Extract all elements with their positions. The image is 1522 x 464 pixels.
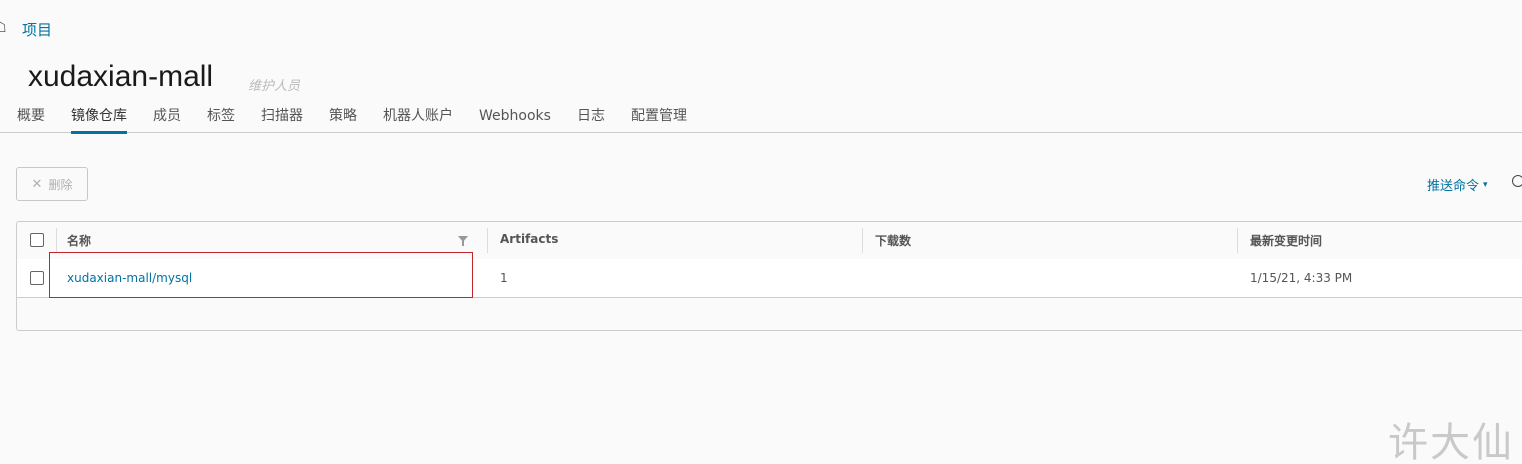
tab-labels[interactable]: 标签: [207, 107, 235, 131]
tab-scanner[interactable]: 扫描器: [261, 107, 303, 131]
repository-name-link[interactable]: xudaxian-mall/mysql: [67, 271, 192, 285]
column-divider: [56, 228, 57, 253]
tab-policy[interactable]: 策略: [329, 107, 357, 131]
back-icon[interactable]: ☖: [0, 20, 8, 36]
table-footer: [17, 298, 1522, 330]
refresh-icon[interactable]: [1512, 175, 1522, 187]
repository-table: 名称 Artifacts 下载数 最新变更时间 xudaxian-mall/my…: [16, 221, 1522, 331]
artifacts-count: 1: [500, 271, 508, 285]
filter-icon[interactable]: [458, 236, 468, 246]
column-divider: [1237, 228, 1238, 253]
push-command-dropdown[interactable]: 推送命令 ▾: [1427, 175, 1488, 194]
select-all-checkbox[interactable]: [30, 233, 44, 247]
watermark: 许大仙: [1388, 420, 1514, 464]
column-header-downloads[interactable]: 下载数: [875, 232, 911, 249]
delete-button-label: 删除: [48, 177, 73, 192]
tab-webhooks[interactable]: Webhooks: [479, 107, 551, 131]
tab-robot-accounts[interactable]: 机器人账户: [383, 107, 453, 131]
column-header-artifacts[interactable]: Artifacts: [500, 232, 558, 246]
tab-summary[interactable]: 概要: [17, 107, 45, 131]
push-command-label: 推送命令: [1427, 179, 1480, 194]
tab-members[interactable]: 成员: [153, 107, 181, 131]
page-title: xudaxian-mall: [28, 60, 214, 93]
chevron-down-icon: ▾: [1483, 179, 1488, 190]
close-icon: ✕: [31, 176, 43, 192]
breadcrumb-projects[interactable]: 项目: [22, 19, 52, 40]
tab-repositories[interactable]: 镜像仓库: [71, 107, 127, 134]
page: ☖ 项目 xudaxian-mall 维护人员 概要 镜像仓库 成员 标签 扫描…: [0, 0, 1522, 464]
row-checkbox[interactable]: [30, 271, 44, 285]
column-divider: [862, 228, 863, 253]
tab-configuration[interactable]: 配置管理: [631, 107, 687, 131]
table-header: 名称 Artifacts 下载数 最新变更时间: [17, 222, 1522, 260]
delete-button[interactable]: ✕ 删除: [16, 167, 88, 201]
role-label: 维护人员: [248, 79, 301, 94]
column-header-name[interactable]: 名称: [67, 232, 91, 249]
tab-logs[interactable]: 日志: [577, 107, 605, 131]
column-divider: [487, 228, 488, 253]
table-row: xudaxian-mall/mysql 1 1/15/21, 4:33 PM: [17, 259, 1522, 298]
modified-time: 1/15/21, 4:33 PM: [1250, 271, 1353, 285]
tab-bar: 概要 镜像仓库 成员 标签 扫描器 策略 机器人账户 Webhooks 日志 配…: [0, 102, 1522, 134]
column-header-modified[interactable]: 最新变更时间: [1250, 232, 1322, 249]
